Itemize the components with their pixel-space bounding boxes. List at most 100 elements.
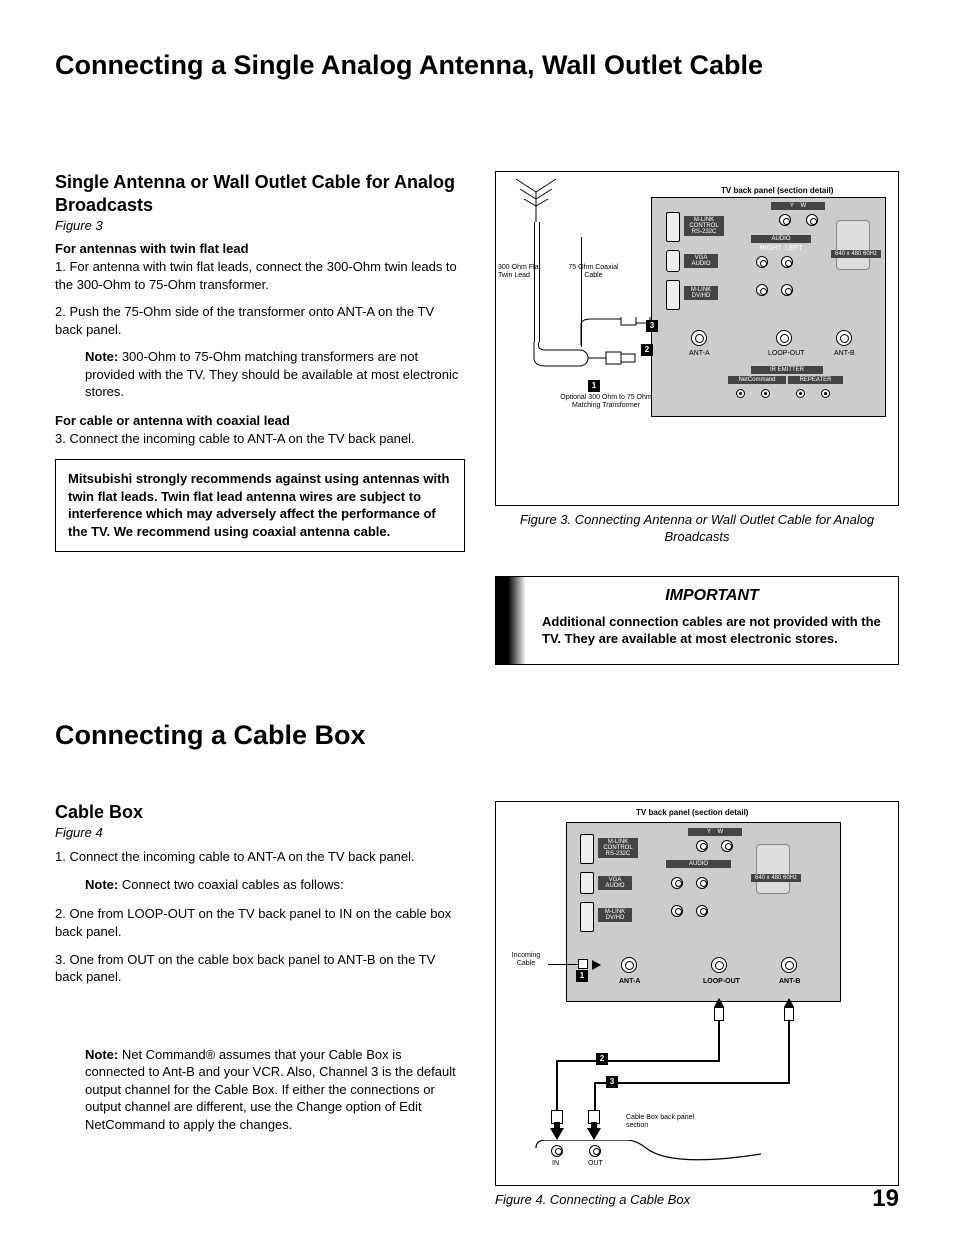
badge-3: 3 bbox=[646, 320, 658, 332]
vga-audio-label: VGA AUDIO bbox=[684, 254, 718, 268]
in-plug bbox=[578, 959, 588, 969]
important-bar bbox=[496, 577, 526, 664]
iremitter-label: IR EMITTER bbox=[751, 366, 823, 374]
figure-3-caption: Figure 3. Connecting Antenna or Wall Out… bbox=[495, 512, 899, 546]
mlink1-label4: M-LINK CONTROL RS-232C bbox=[598, 838, 638, 858]
pw4 bbox=[721, 840, 733, 852]
ant-b-port bbox=[836, 330, 852, 346]
badge1-f4: 1 bbox=[576, 970, 588, 982]
page-title: Connecting a Single Analog Antenna, Wall… bbox=[55, 50, 899, 81]
mlink1-4 bbox=[580, 834, 594, 864]
panel-label: TV back panel (section detail) bbox=[721, 186, 833, 195]
mlink-conn1 bbox=[666, 212, 680, 242]
ant-b-label: ANT-B bbox=[834, 350, 855, 358]
section1-figref: Figure 3 bbox=[55, 218, 465, 233]
s2-heading: Cable Box bbox=[55, 801, 465, 824]
in-label: IN bbox=[552, 1160, 559, 1168]
figure-3: TV back panel (section detail) Y W M-LIN… bbox=[495, 171, 899, 506]
twinlead-wire2 bbox=[539, 222, 540, 342]
s1-step3: 3. Connect the incoming cable to ANT-A o… bbox=[55, 430, 465, 448]
s2-step3: 3. One from OUT on the cable box back pa… bbox=[55, 951, 465, 986]
al4b bbox=[696, 905, 708, 917]
section-2-text: Cable Box Figure 4 1. Connect the incomi… bbox=[55, 801, 465, 1209]
wire2-v bbox=[556, 1060, 558, 1110]
port-y bbox=[779, 214, 791, 226]
py4 bbox=[696, 840, 708, 852]
note-label3: Note: bbox=[85, 1047, 118, 1062]
s1-step2: 2. Push the 75-Ohm side of the transform… bbox=[55, 303, 465, 338]
section1-heading: Single Antenna or Wall Outlet Cable for … bbox=[55, 171, 465, 216]
badge-2: 2 bbox=[641, 344, 653, 356]
ar4b bbox=[671, 905, 683, 917]
mlink1-label: M-LINK CONTROL RS-232C bbox=[684, 216, 724, 236]
s2-step1: 1. Connect the incoming cable to ANT-A o… bbox=[55, 848, 465, 866]
arrow-lo bbox=[714, 998, 724, 1007]
coax-label: 75 Ohm Coaxial Cable bbox=[566, 264, 621, 279]
wire-ab-v bbox=[788, 1021, 790, 1083]
ar4 bbox=[671, 877, 683, 889]
vga-res4: 640 x 480 60Hz bbox=[751, 874, 801, 882]
section-2-row: Cable Box Figure 4 1. Connect the incomi… bbox=[55, 801, 899, 1209]
vga-audio-conn bbox=[666, 250, 680, 272]
in-wire-h bbox=[548, 964, 578, 965]
wire3-h bbox=[594, 1082, 790, 1084]
antenna-icon bbox=[506, 177, 566, 227]
ant-a-label4: ANT-A bbox=[619, 978, 640, 986]
mlink2-4 bbox=[580, 902, 594, 932]
rl-label: RIGHT LEFT bbox=[754, 245, 808, 253]
nc2 bbox=[761, 389, 770, 398]
ant-a4 bbox=[621, 957, 637, 973]
transformer-label: Optional 300 Ohm to 75 Ohm Matching Tran… bbox=[551, 394, 661, 409]
cablebox-out bbox=[589, 1145, 601, 1157]
sub2: For cable or antenna with coaxial lead bbox=[55, 413, 465, 428]
loop-label4: LOOP-OUT bbox=[703, 978, 740, 986]
plug-ab bbox=[784, 1007, 794, 1021]
figure-4: TV back panel (section detail) Y W M-LIN… bbox=[495, 801, 899, 1186]
mlink2-label: M-LINK DV/HD bbox=[684, 286, 718, 300]
vga-port bbox=[836, 220, 870, 270]
s2-note2: Note: Net Command® assumes that your Cab… bbox=[85, 1046, 465, 1134]
section-2-title: Connecting a Cable Box bbox=[55, 720, 899, 751]
incoming-label: Incoming Cable bbox=[506, 952, 546, 967]
ant-b4 bbox=[781, 957, 797, 973]
panel-label-4: TV back panel (section detail) bbox=[636, 808, 748, 817]
cablebox-label: Cable Box back panel section bbox=[626, 1114, 706, 1130]
audio-l bbox=[781, 256, 793, 268]
page-number: 19 bbox=[872, 1185, 899, 1213]
ant-a-port bbox=[691, 330, 707, 346]
section-1-figure-col: TV back panel (section detail) Y W M-LIN… bbox=[495, 171, 899, 665]
vga4 bbox=[756, 844, 790, 894]
note-label: Note: bbox=[85, 349, 118, 364]
note-label2: Note: bbox=[85, 877, 118, 892]
arrow-out-down bbox=[585, 1122, 603, 1140]
ant-b-label4: ANT-B bbox=[779, 978, 800, 986]
vga-res: 640 x 480 60Hz bbox=[831, 250, 881, 258]
section-2-figure-col: TV back panel (section detail) Y W M-LIN… bbox=[495, 801, 899, 1209]
yw-strip4: Y W bbox=[688, 828, 742, 836]
loop-out-label: LOOP-OUT bbox=[768, 350, 805, 358]
mlink-conn2 bbox=[666, 280, 680, 310]
s1-step1: 1. For antenna with twin flat leads, con… bbox=[55, 258, 465, 293]
s2-figref: Figure 4 bbox=[55, 825, 465, 840]
sub1: For antennas with twin flat lead bbox=[55, 241, 465, 256]
port-w bbox=[806, 214, 818, 226]
vga-audio4 bbox=[580, 872, 594, 894]
vga-audio-label4: VGA AUDIO bbox=[598, 876, 632, 890]
arrow-ab bbox=[784, 998, 794, 1007]
twinlead-wire1 bbox=[534, 222, 535, 342]
note1-text: 300-Ohm to 75-Ohm matching transformers … bbox=[85, 349, 458, 399]
wire2-h bbox=[556, 1060, 720, 1062]
cable-box-outline bbox=[531, 1140, 761, 1180]
wire-lo-v bbox=[718, 1021, 720, 1061]
badge-1: 1 bbox=[588, 380, 600, 392]
badge2-f4: 2 bbox=[596, 1053, 608, 1065]
y-label: Y bbox=[790, 203, 794, 209]
rp2 bbox=[821, 389, 830, 398]
audio-l2 bbox=[781, 284, 793, 296]
mlink2-label4: M-LINK DV/HD bbox=[598, 908, 632, 922]
s1-note1: Note: 300-Ohm to 75-Ohm matching transfo… bbox=[85, 348, 465, 401]
yw-strip: Y W bbox=[771, 202, 825, 210]
arrow-in-down bbox=[548, 1122, 566, 1140]
s2-note1-text: Connect two coaxial cables as follows: bbox=[118, 877, 343, 892]
important-title: IMPORTANT bbox=[542, 587, 882, 605]
